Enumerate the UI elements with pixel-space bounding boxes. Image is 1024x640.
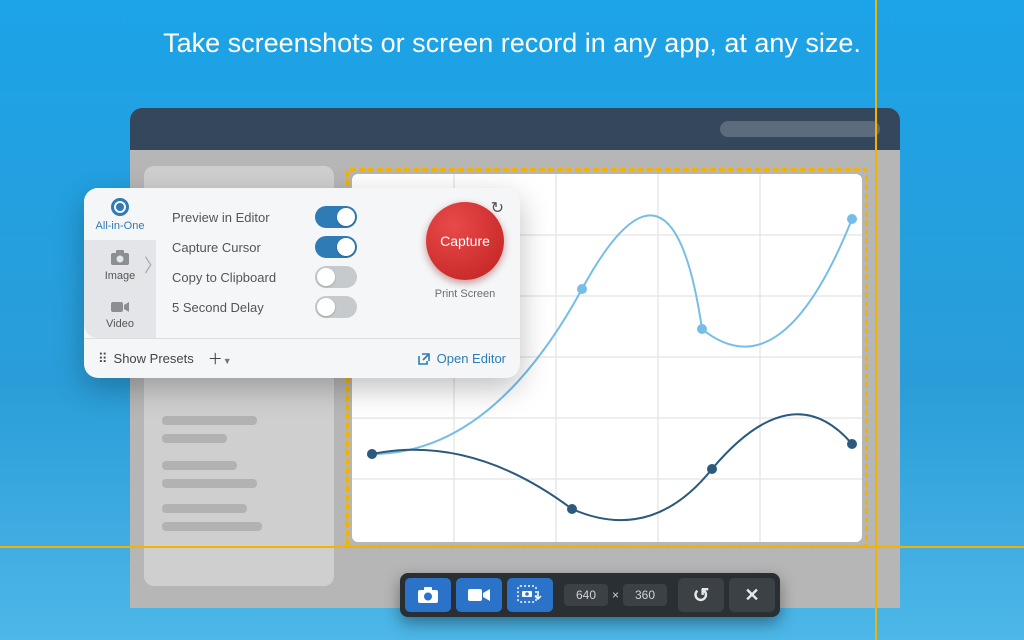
setting-cursor-label: Capture Cursor — [172, 240, 261, 255]
capture-toolbar: 640 × 360 ↺ ✕ — [400, 573, 780, 617]
toggle-preview[interactable] — [315, 206, 357, 228]
video-icon — [110, 300, 130, 314]
toolbar-video-capture-button[interactable] — [456, 578, 502, 612]
tab-image[interactable]: Image 〉 — [84, 240, 156, 290]
reset-icon[interactable]: ↻ — [491, 198, 504, 218]
region-capture-icon — [517, 585, 543, 605]
setting-delay-label: 5 Second Delay — [172, 300, 264, 315]
target-icon — [111, 198, 129, 216]
panel-settings: Preview in Editor Capture Cursor Copy to… — [156, 188, 410, 338]
tab-all-in-one-label: All-in-One — [96, 220, 145, 232]
toolbar-undo-button[interactable]: ↺ — [678, 578, 724, 612]
panel-tabs: All-in-One Image 〉 Video — [84, 188, 156, 338]
toggle-clipboard[interactable] — [315, 266, 357, 288]
tab-video-label: Video — [106, 318, 134, 330]
open-editor-button[interactable]: Open Editor — [417, 351, 506, 366]
video-icon — [467, 587, 491, 603]
tab-image-label: Image — [105, 270, 136, 282]
capture-button-label: Capture — [440, 233, 490, 249]
capture-panel: All-in-One Image 〉 Video — [84, 188, 520, 378]
show-presets-button[interactable]: ⠿ Show Presets — [98, 351, 194, 367]
toolbar-dimensions: 640 × 360 — [558, 584, 673, 606]
setting-preview-label: Preview in Editor — [172, 210, 270, 225]
height-input[interactable]: 360 — [623, 584, 667, 606]
toggle-cursor[interactable] — [315, 236, 357, 258]
open-external-icon — [417, 352, 431, 366]
panel-footer: ⠿ Show Presets ＋▼ Open Editor — [84, 338, 520, 378]
hotkey-label: Print Screen — [410, 288, 520, 300]
add-preset-button[interactable]: ＋▼ — [208, 348, 232, 369]
open-editor-label: Open Editor — [437, 351, 506, 366]
page-headline: Take screenshots or screen record in any… — [0, 0, 1024, 59]
camera-icon — [110, 250, 130, 266]
show-presets-label: Show Presets — [114, 351, 194, 366]
setting-clipboard-label: Copy to Clipboard — [172, 270, 276, 285]
toolbar-image-capture-button[interactable] — [405, 578, 451, 612]
dimension-separator: × — [612, 588, 619, 602]
undo-icon: ↺ — [693, 583, 710, 608]
toolbar-region-capture-button[interactable] — [507, 578, 553, 612]
list-icon: ⠿ — [98, 351, 108, 367]
toggle-delay[interactable] — [315, 296, 357, 318]
chevron-right-icon: 〉 — [144, 252, 162, 278]
crosshair-vertical — [875, 0, 877, 640]
crosshair-horizontal — [0, 546, 1024, 548]
camera-icon — [417, 586, 439, 604]
mock-titlebar — [130, 108, 900, 150]
tab-all-in-one[interactable]: All-in-One — [84, 188, 156, 240]
mock-search-pill — [720, 121, 880, 137]
toolbar-cancel-button[interactable]: ✕ — [729, 578, 775, 612]
width-input[interactable]: 640 — [564, 584, 608, 606]
close-icon: ✕ — [744, 585, 759, 606]
tab-video[interactable]: Video — [84, 290, 156, 338]
